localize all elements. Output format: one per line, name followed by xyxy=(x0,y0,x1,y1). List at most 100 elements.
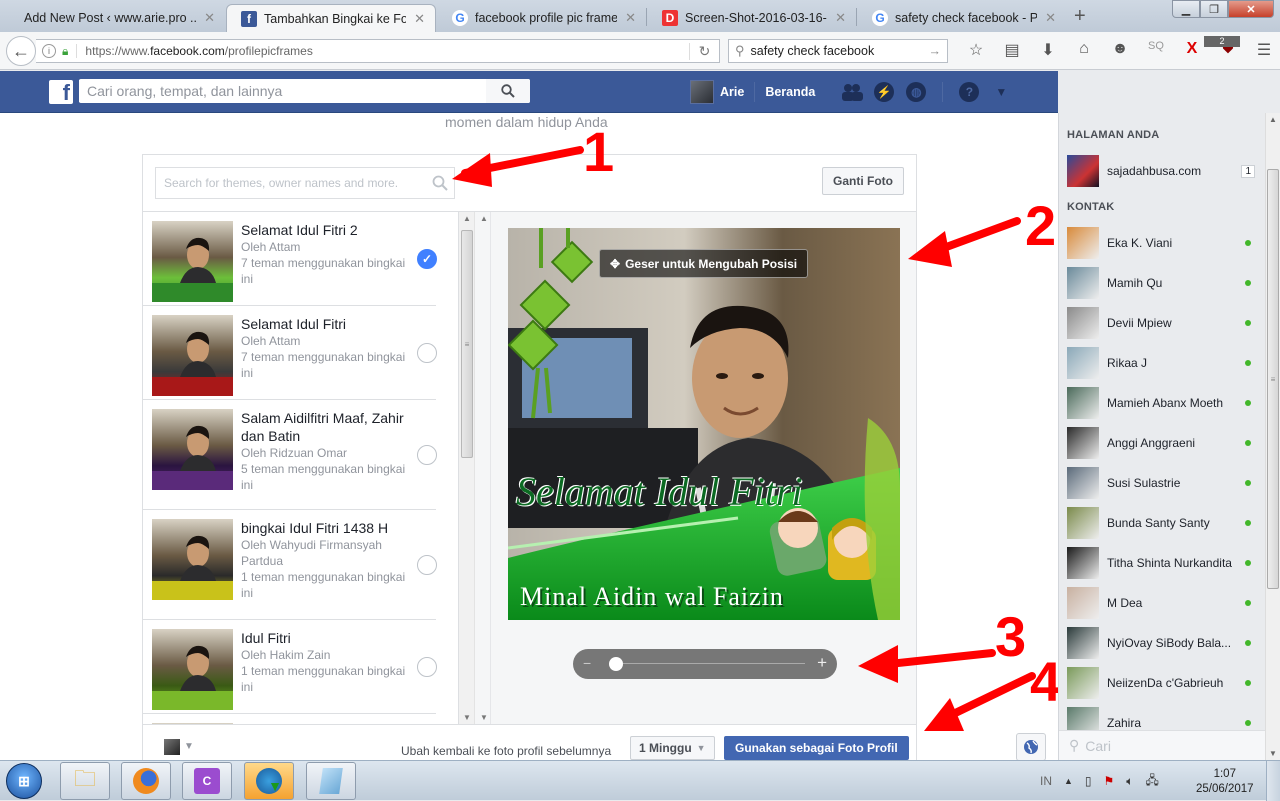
language-indicator[interactable]: IN xyxy=(1040,774,1052,788)
scroll-up-arrow[interactable]: ▲ xyxy=(459,214,475,223)
profile-photo-preview[interactable]: Selamat Idul Fitri Minal Aidin wal Faizi… xyxy=(508,228,900,620)
browser-tab-screenshot[interactable]: D Screen-Shot-2016-03-16-at... ✕ xyxy=(648,4,856,32)
zoom-slider-track[interactable] xyxy=(609,663,805,664)
frame-list-item[interactable]: Selamat Idul Fitri Oleh Attam 7 teman meng… xyxy=(143,306,437,400)
contact-item[interactable]: Susi Sulastrie xyxy=(1067,467,1259,499)
chat-extension-icon[interactable]: ☻ xyxy=(1102,40,1138,60)
frame-radio-button[interactable] xyxy=(417,445,437,465)
duration-dropdown[interactable]: 1 Minggu ▼ xyxy=(630,736,715,760)
contact-item[interactable]: Rikaa J xyxy=(1067,347,1259,379)
go-arrow-icon[interactable]: → xyxy=(929,44,942,58)
contact-item[interactable]: Mamieh Abanx Moeth xyxy=(1067,387,1259,419)
frame-radio-button[interactable] xyxy=(417,555,437,575)
address-bar[interactable]: i 🔒︎ https://www.facebook.com/profilepic… xyxy=(36,39,720,63)
scroll-down-arrow[interactable]: ▼ xyxy=(1266,749,1280,758)
scroll-up-arrow[interactable]: ▲ xyxy=(477,214,491,223)
contact-item[interactable]: Titha Shinta Nurkandita xyxy=(1067,547,1259,579)
scrollbar-thumb[interactable]: ≡ xyxy=(461,230,473,458)
user-avatar[interactable] xyxy=(690,80,714,104)
notifications-globe-icon[interactable]: ◍ xyxy=(900,80,932,104)
posting-as-caret-icon[interactable]: ▼ xyxy=(184,741,194,752)
scroll-down-arrow[interactable]: ▼ xyxy=(459,713,475,722)
zoom-out-icon[interactable]: − xyxy=(583,655,591,671)
facebook-search-input[interactable] xyxy=(79,80,486,102)
menu-hamburger-icon[interactable]: ☰ xyxy=(1246,40,1280,60)
contact-item[interactable]: Devii Mpiew xyxy=(1067,307,1259,339)
close-tab-icon[interactable]: ✕ xyxy=(1045,10,1056,26)
posting-as-avatar[interactable] xyxy=(164,739,180,755)
search-icon[interactable] xyxy=(426,175,454,191)
scroll-down-arrow[interactable]: ▼ xyxy=(477,713,491,722)
messenger-icon[interactable]: ⚡ xyxy=(868,80,900,104)
friend-requests-icon[interactable] xyxy=(836,80,868,104)
bookmark-star-icon[interactable]: ☆ xyxy=(958,40,994,60)
sq-extension-icon[interactable]: SQ xyxy=(1138,40,1174,60)
frame-list-scrollbar[interactable]: ▲ ≡ ▼ ▲ ▼ xyxy=(459,212,491,724)
system-clock[interactable]: 1:07 25/06/2017 xyxy=(1196,767,1254,797)
taskbar-firefox[interactable] xyxy=(121,762,171,800)
network-icon[interactable]: 🖧︎ xyxy=(1146,771,1159,792)
contact-item[interactable]: M Dea xyxy=(1067,587,1259,619)
browser-tab-google-frame[interactable]: G facebook profile pic frame ... ✕ xyxy=(438,4,646,32)
back-button[interactable]: ← xyxy=(6,36,36,66)
frame-list-item[interactable]: Salam Aidilfitri Maaf, Zahir dan Batin Ol… xyxy=(143,400,437,510)
restore-button[interactable]: ❐ xyxy=(1200,0,1228,18)
reload-icon[interactable]: ↻ xyxy=(689,42,719,60)
frame-list-item[interactable]: bingkai Idul Fitri 1438 H Oleh Wahyudi Fi… xyxy=(143,510,437,620)
info-icon[interactable]: i xyxy=(42,44,56,58)
reading-list-icon[interactable]: ▤ xyxy=(994,40,1030,60)
contact-item[interactable]: Bunda Santy Santy xyxy=(1067,507,1259,539)
language-globe-button[interactable] xyxy=(1016,733,1046,761)
show-desktop-button[interactable] xyxy=(1266,761,1280,801)
close-tab-icon[interactable]: ✕ xyxy=(204,10,215,26)
contact-item[interactable]: Anggi Anggraeni xyxy=(1067,427,1259,459)
action-center-flag-icon[interactable]: ⚑ xyxy=(1104,774,1115,788)
taskbar-explorer[interactable]: 🗀︎ xyxy=(60,762,110,800)
home-link[interactable]: Beranda xyxy=(765,85,815,99)
scrollbar-track[interactable]: ▲ ≡ ▼ xyxy=(459,212,475,724)
show-hidden-icons[interactable]: ▲ xyxy=(1064,776,1073,786)
page-item[interactable]: sajadahbusa.com 1 xyxy=(1067,155,1259,187)
frame-list-item[interactable]: Idul Fitri Oleh Hakim Zain 1 teman menggun… xyxy=(143,620,437,714)
frame-radio-button[interactable] xyxy=(417,343,437,363)
scrollbar-thumb[interactable]: ≡ xyxy=(1267,169,1279,589)
zoom-in-icon[interactable]: + xyxy=(817,653,827,673)
taskbar-idm[interactable]: ▼ xyxy=(244,762,294,800)
minimize-button[interactable]: ▁ xyxy=(1172,0,1200,18)
browser-search-value[interactable]: safety check facebook xyxy=(751,44,929,58)
close-tab-icon[interactable]: ✕ xyxy=(414,11,425,27)
contact-item[interactable]: NyiOvay SiBody Bala... xyxy=(1067,627,1259,659)
battery-icon[interactable]: ▯ xyxy=(1085,774,1092,788)
close-tab-icon[interactable]: ✕ xyxy=(835,10,846,26)
close-window-button[interactable]: ✕ xyxy=(1228,0,1274,18)
home-icon[interactable]: ⌂ xyxy=(1066,40,1102,60)
outer-scrollbar[interactable]: ▲ ▼ xyxy=(477,212,491,724)
ublock-icon[interactable]: ⛊ 2 xyxy=(1204,36,1246,60)
zoom-slider[interactable]: − + xyxy=(573,649,837,679)
profile-link[interactable]: Arie xyxy=(720,85,744,99)
account-menu-caret-icon[interactable]: ▼ xyxy=(985,80,1017,104)
contact-item[interactable]: Eka K. Viani xyxy=(1067,227,1259,259)
facebook-logo[interactable]: f xyxy=(49,80,73,104)
frame-search-input[interactable] xyxy=(156,169,426,197)
taskbar-clipgrab[interactable]: C xyxy=(182,762,232,800)
browser-tab-google-safety[interactable]: G safety check facebook - Pe... ✕ xyxy=(858,4,1066,32)
browser-search-box[interactable]: ⚲ safety check facebook → xyxy=(728,39,948,63)
browser-tab-wordpress[interactable]: Add New Post ‹ www.arie.pro ... ✕ xyxy=(10,4,225,32)
download-icon[interactable]: ⬇ xyxy=(1030,40,1066,60)
scroll-up-arrow[interactable]: ▲ xyxy=(1266,115,1280,124)
help-icon[interactable]: ? xyxy=(953,80,985,104)
contact-item[interactable]: Mamih Qu xyxy=(1067,267,1259,299)
chat-search-input[interactable] xyxy=(1085,737,1267,754)
change-photo-button[interactable]: Ganti Foto xyxy=(822,167,904,195)
browser-tab-facebook[interactable]: f Tambahkan Bingkai ke Fot... ✕ xyxy=(226,4,436,32)
start-button[interactable]: ⊞ xyxy=(6,763,42,799)
taskbar-notepad[interactable] xyxy=(306,762,356,800)
reposition-hint[interactable]: ✥ Geser untuk Mengubah Posisi xyxy=(599,249,809,278)
new-tab-button[interactable]: + xyxy=(1074,5,1086,28)
facebook-search-button[interactable] xyxy=(486,79,530,103)
url-text[interactable]: https://www.facebook.com/profilepicframe… xyxy=(76,44,689,58)
zoom-slider-handle[interactable] xyxy=(608,657,623,671)
contact-item[interactable]: NeiizenDa c'Gabrieuh xyxy=(1067,667,1259,699)
page-scrollbar[interactable]: ▲ ≡ ▼ xyxy=(1265,113,1280,760)
